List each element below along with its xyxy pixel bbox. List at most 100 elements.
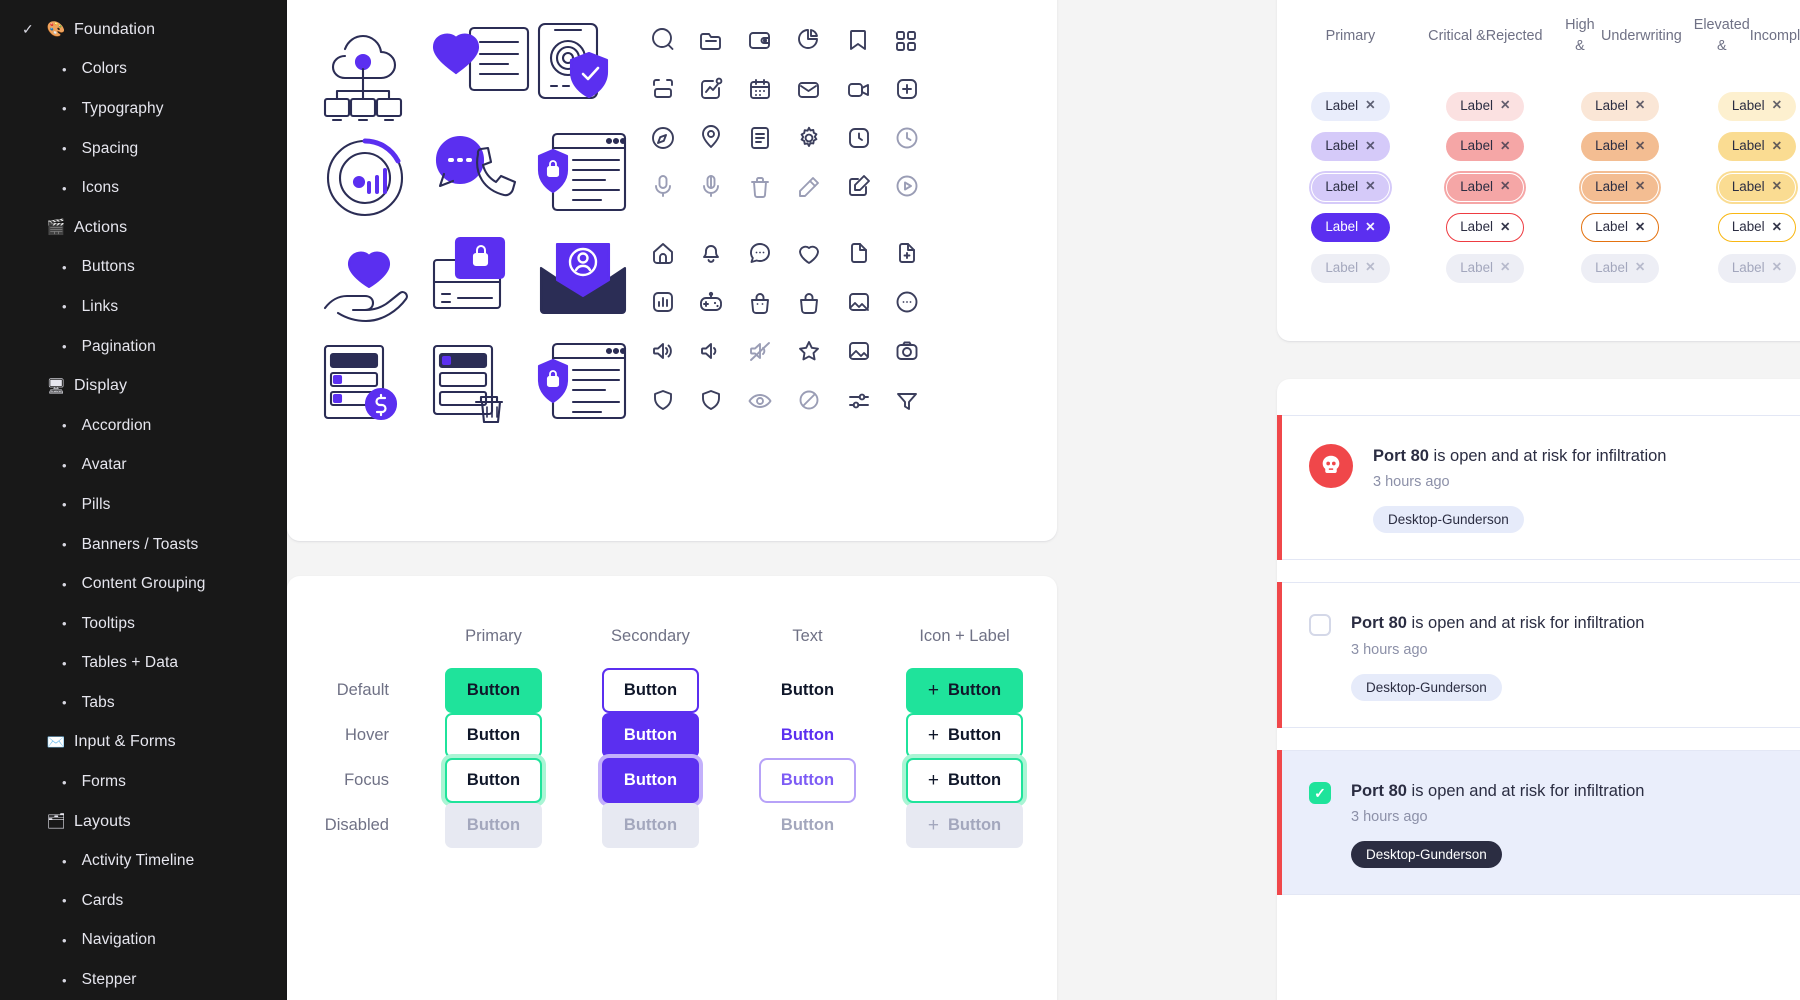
pill-close-icon[interactable]: ✕ <box>1635 139 1645 155</box>
button-label: Button <box>623 681 678 699</box>
pill-critical-focus[interactable]: Label ✕ <box>1446 172 1525 202</box>
sidebar-item-input-forms[interactable]: ✉️ Input & Forms <box>0 723 287 763</box>
pill-high-strong[interactable]: Label ✕ <box>1581 213 1660 243</box>
sidebar-item-tabs[interactable]: • Tabs <box>0 683 287 723</box>
pill-close-icon[interactable]: ✕ <box>1500 179 1510 195</box>
plus-square-icon <box>897 79 917 99</box>
pill-critical-strong[interactable]: Label ✕ <box>1446 213 1525 243</box>
sidebar-item-actions[interactable]: 🎬 Actions <box>0 208 287 248</box>
button-label: Button <box>947 726 1002 744</box>
sidebar-item-display[interactable]: 🖥 Display <box>0 366 287 406</box>
activity-timeline-item[interactable]: ✓ Port 80 is open and at risk for infiltr… <box>1277 749 1800 896</box>
pill-close-icon[interactable]: ✕ <box>1365 220 1375 236</box>
settings-gear-icon <box>800 126 818 147</box>
play-circle-icon <box>896 175 918 197</box>
pill-close-icon[interactable]: ✕ <box>1365 139 1375 155</box>
button-secondary-hover[interactable]: Button <box>601 713 700 758</box>
sidebar-item-foundation[interactable]: ✓ 🎨 Foundation <box>0 10 287 50</box>
button-secondary-default[interactable]: Button <box>601 668 700 713</box>
button-icon-label-focus[interactable]: + Button <box>905 758 1024 803</box>
button-icon-label-hover[interactable]: + Button <box>905 713 1024 758</box>
sidebar-item-layouts[interactable]: 🗂 Layouts <box>0 802 287 842</box>
buttons-cell: Button <box>729 803 886 848</box>
sidebar-item-typography[interactable]: • Typography <box>0 89 287 129</box>
pill-critical-light[interactable]: Label ✕ <box>1446 91 1525 121</box>
checkbox-unchecked[interactable] <box>1309 614 1331 637</box>
activity-item-device-tag[interactable]: Desktop-Gunderson <box>1351 840 1502 868</box>
button-label: Button <box>466 816 521 834</box>
pill-close-icon[interactable]: ✕ <box>1500 98 1510 114</box>
sidebar-item-pills[interactable]: • Pills <box>0 485 287 525</box>
pill-close-icon[interactable]: ✕ <box>1635 98 1645 114</box>
pill-elevated-tint[interactable]: Label ✕ <box>1717 132 1797 162</box>
button-text-hover[interactable]: Button <box>759 713 856 758</box>
pill-primary-strong[interactable]: Label ✕ <box>1311 213 1390 243</box>
activity-item-device-tag[interactable]: Desktop-Gunderson <box>1373 506 1524 534</box>
sidebar-item-links[interactable]: • Links <box>0 287 287 327</box>
sidebar-item-avatar[interactable]: • Avatar <box>0 446 287 486</box>
activity-item-timestamp: 3 hours ago <box>1373 474 1450 491</box>
sidebar-item-content-grouping[interactable]: • Content Grouping <box>0 564 287 604</box>
activity-timeline-item[interactable]: Port 80 is open and at risk for infiltra… <box>1277 415 1800 561</box>
pill-close-icon[interactable]: ✕ <box>1772 98 1782 114</box>
sidebar-item-pagination[interactable]: • Pagination <box>0 327 287 367</box>
pill-close-icon[interactable]: ✕ <box>1500 220 1510 236</box>
pill-high-tint[interactable]: Label ✕ <box>1581 132 1660 162</box>
pill-label: Label <box>1731 178 1765 194</box>
grid-icon <box>896 31 916 51</box>
button-label: Button <box>947 681 1002 699</box>
pills-cell: Label ✕ <box>1418 167 1553 208</box>
sidebar-item-forms[interactable]: • Forms <box>0 762 287 802</box>
dollar-list-icon <box>323 344 398 421</box>
button-primary-focus[interactable]: Button <box>444 758 543 803</box>
pill-close-icon: ✕ <box>1771 260 1783 275</box>
sidebar[interactable]: ✓ 🎨 Foundation • Colors • Typography • Spacing • I… <box>0 0 287 1000</box>
sidebar-item-stepper[interactable]: • Stepper <box>0 960 287 1000</box>
pill-close-icon[interactable]: ✕ <box>1365 98 1375 114</box>
pill-close-icon[interactable]: ✕ <box>1772 179 1782 195</box>
pills-column-header-line: Underwriting <box>1600 27 1682 44</box>
pill-elevated-light[interactable]: Label ✕ <box>1717 91 1797 121</box>
sidebar-item-spacing[interactable]: • Spacing <box>0 129 287 169</box>
sidebar-item-icons[interactable]: • Icons <box>0 168 287 208</box>
pill-critical-tint[interactable]: Label ✕ <box>1446 132 1525 162</box>
pill-elevated-strong[interactable]: Label ✕ <box>1717 213 1797 243</box>
button-text-focus[interactable]: Button <box>758 758 857 803</box>
buttons-card: Primary Secondary Text Icon + Label Default B… <box>287 576 1057 1000</box>
sidebar-item-accordion[interactable]: • Accordion <box>0 406 287 446</box>
sidebar-bullet-icon: • <box>62 259 67 275</box>
pill-close-icon[interactable]: ✕ <box>1772 220 1782 236</box>
button-label: Button <box>466 681 521 699</box>
button-text-default[interactable]: Button <box>759 668 856 713</box>
pill-elevated-focus[interactable]: Label ✕ <box>1717 172 1797 202</box>
sidebar-item-label: Tabs <box>81 693 115 711</box>
pill-high-focus[interactable]: Label ✕ <box>1581 172 1660 202</box>
sidebar-item-tables-data[interactable]: • Tables + Data <box>0 644 287 684</box>
sidebar-item-tooltips[interactable]: • Tooltips <box>0 604 287 644</box>
pill-primary-focus[interactable]: Label ✕ <box>1311 172 1390 202</box>
pill-close-icon[interactable]: ✕ <box>1365 179 1375 195</box>
activity-timeline-item[interactable]: Port 80 is open and at risk for infiltra… <box>1277 582 1800 728</box>
pill-close-icon[interactable]: ✕ <box>1635 179 1645 195</box>
button-primary-default[interactable]: Button <box>444 668 543 713</box>
sidebar-item-cards[interactable]: • Cards <box>0 881 287 921</box>
sidebar-item-colors[interactable]: • Colors <box>0 50 287 90</box>
pill-primary-tint[interactable]: Label ✕ <box>1311 132 1390 162</box>
sidebar-item-banners-toasts[interactable]: • Banners / Toasts <box>0 525 287 565</box>
sidebar-item-buttons[interactable]: • Buttons <box>0 248 287 288</box>
checkbox-checked[interactable]: ✓ <box>1309 781 1331 804</box>
sidebar-item-label: Cards <box>81 891 124 909</box>
pill-high-light[interactable]: Label ✕ <box>1581 91 1660 121</box>
pill-close-icon[interactable]: ✕ <box>1500 139 1510 155</box>
sidebar-item-navigation[interactable]: • Navigation <box>0 921 287 961</box>
pills-cell: Label ✕ <box>1688 86 1800 127</box>
pill-primary-light[interactable]: Label ✕ <box>1311 91 1390 121</box>
sidebar-item-activity-timeline[interactable]: • Activity Timeline <box>0 841 287 881</box>
pill-close-icon[interactable]: ✕ <box>1635 220 1645 236</box>
activity-item-device-tag[interactable]: Desktop-Gunderson <box>1351 673 1502 701</box>
button-icon-label-default[interactable]: + Button <box>905 668 1024 713</box>
button-secondary-focus[interactable]: Button <box>601 758 700 803</box>
button-primary-hover[interactable]: Button <box>444 713 543 758</box>
cloud-network-icon <box>323 34 403 122</box>
pill-close-icon[interactable]: ✕ <box>1772 139 1782 155</box>
